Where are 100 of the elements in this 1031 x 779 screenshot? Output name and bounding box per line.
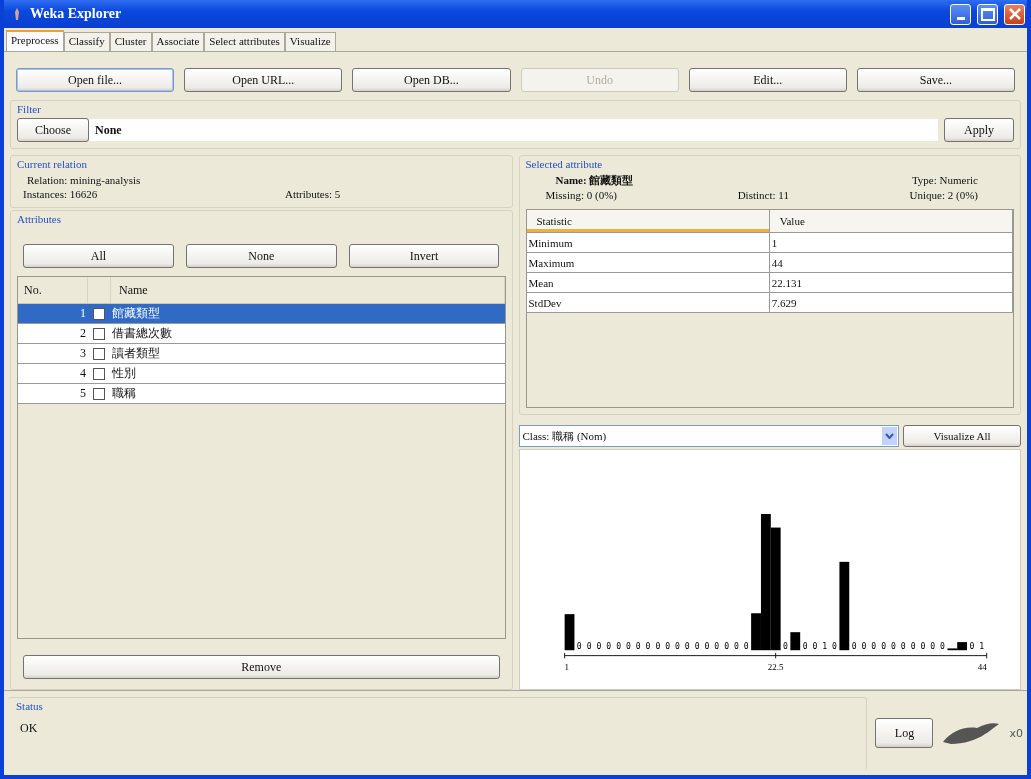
maximize-button[interactable]: [977, 3, 998, 25]
task-count: x0: [1009, 726, 1023, 740]
attribute-row[interactable]: 1 館藏類型: [18, 304, 505, 324]
checkbox[interactable]: [93, 347, 105, 360]
bar-count-label: 0: [782, 641, 788, 652]
histogram-bar: [564, 614, 574, 651]
table-cell: 22.131: [769, 273, 1013, 292]
choose-button[interactable]: Choose: [17, 118, 89, 142]
close-button[interactable]: [1004, 3, 1025, 25]
tab[interactable]: Associate: [151, 32, 205, 51]
bar-count-label: 0: [851, 641, 857, 652]
checkbox[interactable]: [93, 307, 105, 320]
attribute-name: 館藏類型: [111, 305, 161, 322]
axis-tick-label: 1: [564, 662, 569, 673]
log-button[interactable]: Log: [875, 718, 934, 748]
toolbar-button[interactable]: Edit...: [688, 68, 847, 92]
missing-label: Missing: 0 (0%): [545, 188, 617, 203]
bar-count-label: 0: [704, 641, 709, 652]
tab[interactable]: Visualize: [284, 32, 336, 51]
status-message: OK: [19, 720, 39, 736]
column-header[interactable]: Name: [111, 277, 505, 303]
bar-count-label: 0: [615, 641, 621, 652]
bar-count-label: 0: [831, 641, 837, 652]
bar-count-label: 0: [694, 641, 700, 652]
close-icon: [1007, 7, 1022, 21]
tab[interactable]: Preprocess: [6, 30, 64, 51]
bar-count-label: 0: [723, 641, 729, 652]
select-button[interactable]: None: [185, 244, 337, 268]
group-title: Status: [16, 699, 43, 712]
distinct-label: Distinct: 11: [737, 188, 789, 203]
group-title: Selected attribute: [525, 158, 603, 170]
minimize-button[interactable]: [950, 3, 971, 25]
bar-count-label: 0: [900, 641, 906, 652]
select-button[interactable]: Invert: [348, 244, 500, 268]
bar-count-label: 0: [733, 641, 739, 652]
checkbox[interactable]: [93, 367, 105, 380]
column-header[interactable]: Statistic: [526, 210, 770, 232]
bar-count-label: 0: [802, 641, 808, 652]
attribute-row[interactable]: 3 讀者類型: [18, 344, 505, 364]
table-cell: 7.629: [769, 293, 1013, 312]
bar-count-label: 0: [890, 641, 896, 652]
bar-count-label: 0: [586, 641, 592, 652]
attribute-row[interactable]: 2 借書總次數: [18, 324, 505, 344]
group-title: Current relation: [17, 158, 87, 170]
table-cell: Maximum: [526, 253, 770, 272]
bar-count-label: 0: [811, 641, 817, 652]
checkbox[interactable]: [93, 327, 105, 340]
histogram-bar: [789, 632, 800, 651]
remove-button[interactable]: Remove: [23, 655, 500, 679]
table-cell: 44: [769, 253, 1013, 272]
bar-count-label: 0: [870, 641, 876, 652]
column-header[interactable]: No.: [18, 277, 88, 303]
bar-count-label: 0: [910, 641, 916, 652]
attributes-count-label: Attributes: 5: [285, 187, 341, 201]
checkbox[interactable]: [93, 387, 105, 400]
bar-count-label: 0: [969, 641, 974, 652]
attribute-name: 職稱: [111, 385, 137, 402]
instances-label: Instances: 16626: [23, 187, 99, 201]
row-number: 2: [79, 326, 87, 341]
group-title: Filter: [17, 103, 41, 115]
select-button[interactable]: All: [23, 244, 174, 268]
bar-count-label: 0: [861, 641, 866, 652]
attribute-row[interactable]: 4 性別: [18, 364, 505, 384]
bar-count-label: 0: [920, 641, 925, 652]
tab[interactable]: Select attributes: [204, 32, 285, 51]
tab[interactable]: Cluster: [109, 32, 152, 51]
bar-count-label: 0: [576, 641, 582, 652]
attribute-row[interactable]: 5 職稱: [18, 384, 505, 404]
bar-count-label: 0: [939, 641, 945, 652]
apply-button[interactable]: Apply: [944, 118, 1014, 142]
bar-count-label: 0: [929, 641, 935, 652]
attribute-name-label: Name: 館藏類型: [555, 173, 634, 188]
row-number: 5: [79, 386, 87, 401]
bar-count-label: 0: [605, 641, 611, 652]
table-cell: 1: [769, 233, 1013, 252]
visualize-all-button[interactable]: Visualize All: [903, 425, 1021, 447]
toolbar-button[interactable]: Open URL...: [184, 68, 343, 92]
class-dropdown[interactable]: Class: 職稱 (Nom): [518, 425, 899, 447]
bar-count-label: 0: [743, 641, 749, 652]
toolbar-button[interactable]: Open file...: [16, 68, 175, 92]
toolbar-button[interactable]: Save...: [856, 68, 1016, 92]
row-number: 4: [79, 366, 87, 381]
table-cell: Minimum: [526, 233, 770, 252]
toolbar-button[interactable]: Open DB...: [352, 68, 511, 92]
bar-count-label: 0: [635, 641, 641, 652]
filter-field[interactable]: None: [89, 119, 938, 141]
column-header[interactable]: Value: [769, 210, 1013, 232]
unique-label: Unique: 2 (0%): [909, 188, 978, 203]
axis-tick-label: 44: [977, 662, 987, 673]
window-title: Weka Explorer: [30, 6, 122, 22]
type-label: Type: Numeric: [911, 173, 978, 188]
bar-count-label: 1: [821, 641, 827, 652]
bar-count-label: 0: [645, 641, 650, 652]
bar-count-label: 0: [674, 641, 680, 652]
axis-tick-label: 22.5: [767, 662, 784, 673]
bar-count-label: 0: [596, 641, 601, 652]
bar-count-label: 0: [684, 641, 690, 652]
attribute-name: 借書總次數: [111, 325, 173, 342]
group-title: Attributes: [17, 213, 61, 225]
tab[interactable]: Classify: [63, 32, 110, 51]
